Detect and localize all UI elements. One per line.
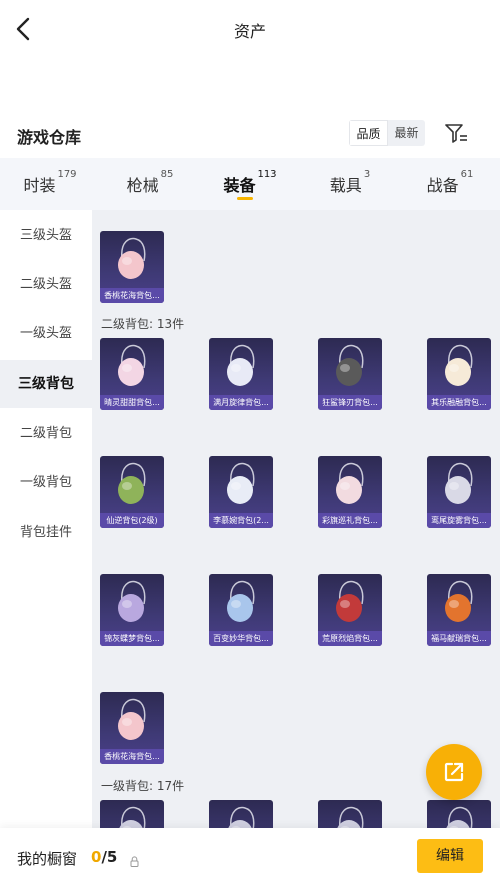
top-nav-bar: 资产 (0, 0, 500, 58)
sidebar-item-level2-helmet[interactable]: 二级头盔 (0, 261, 92, 309)
sort-toggle: 品质 最新 (349, 120, 425, 146)
lock-icon (130, 852, 139, 867)
backpack-icon (336, 580, 364, 622)
tab-fashion[interactable]: 时装179 (0, 158, 100, 210)
backpack-icon (227, 462, 255, 504)
item-card-partial[interactable] (318, 800, 382, 830)
item-card[interactable]: 锦灰蝶梦背包... (100, 574, 164, 646)
warehouse-title: 游戏仓库 (17, 128, 82, 147)
sidebar-item-level3-backpack[interactable]: 三级背包 (0, 360, 92, 408)
showcase-label: 我的橱窗 (17, 850, 78, 868)
tab-count: 3 (363, 169, 371, 180)
item-card[interactable]: 荒原烈焰背包... (318, 574, 382, 646)
showcase-current: 0 (91, 848, 102, 866)
group-label-level2-backpack: 二级背包: 13件 (101, 317, 185, 331)
edit-button[interactable]: 编辑 (417, 839, 483, 873)
item-card[interactable]: 香桃花海背包... (100, 231, 164, 303)
backpack-icon (118, 580, 146, 622)
sort-option-newest[interactable]: 最新 (388, 120, 425, 146)
backpack-icon (118, 237, 146, 279)
item-name: 满月旋律背包... (209, 395, 273, 410)
backpack-icon (118, 462, 146, 504)
item-card[interactable]: 百变妙华背包... (209, 574, 273, 646)
item-card[interactable]: 满月旋律背包... (209, 338, 273, 410)
backpack-icon (227, 580, 255, 622)
item-card[interactable]: 香桃花海背包... (100, 692, 164, 764)
tab-vehicles[interactable]: 载具3 (300, 158, 400, 210)
asset-page: 资产 游戏仓库 品质 最新 时装179 枪械85 装备113 载具3 战备61 (0, 0, 500, 885)
group-label-level1-backpack: 一级背包: 17件 (101, 779, 185, 793)
backpack-icon (227, 806, 255, 830)
showcase-count: 0/5 (91, 848, 117, 866)
backpack-icon (118, 344, 146, 386)
item-name: 香桃花海背包... (100, 288, 164, 303)
item-name: 福马献瑞背包... (427, 631, 491, 646)
sidebar-item-level1-helmet[interactable]: 一级头盔 (0, 310, 92, 358)
item-name: 彩旗巡礼背包... (318, 513, 382, 528)
tab-guns[interactable]: 枪械85 (100, 158, 200, 210)
sidebar-item-backpack-charm[interactable]: 背包挂件 (0, 509, 92, 557)
tab-count: 61 (460, 169, 474, 180)
item-name: 仙逆背包(2级) (100, 513, 164, 528)
showcase-bar: 我的橱窗 0/5 编辑 (0, 828, 500, 885)
backpack-icon (445, 806, 473, 830)
item-name: 锦灰蝶梦背包... (100, 631, 164, 646)
tab-label: 装备 (223, 176, 256, 195)
item-card[interactable]: 晴灵甜甜背包... (100, 338, 164, 410)
tab-label: 枪械 (126, 176, 159, 195)
backpack-icon (227, 344, 255, 386)
item-card[interactable]: 李慕婉背包(2... (209, 456, 273, 528)
sidebar-item-level2-backpack[interactable]: 二级背包 (0, 410, 92, 458)
backpack-icon (118, 806, 146, 830)
item-card[interactable]: 其乐融融背包... (427, 338, 491, 410)
subcategory-sidebar: 三级头盔 二级头盔 一级头盔 三级背包 二级背包 一级背包 背包挂件 (0, 210, 92, 830)
item-name: 其乐融融背包... (427, 395, 491, 410)
backpack-icon (445, 580, 473, 622)
backpack-icon (336, 806, 364, 830)
tab-count: 179 (57, 169, 77, 180)
item-name: 百变妙华背包... (209, 631, 273, 646)
active-tab-indicator (237, 197, 253, 200)
item-card-partial[interactable] (209, 800, 273, 830)
item-name: 鸾尾旋雾背包... (427, 513, 491, 528)
item-name: 李慕婉背包(2... (209, 513, 273, 528)
tab-label: 载具 (329, 176, 362, 195)
tab-equipment[interactable]: 装备113 (200, 158, 300, 210)
item-card[interactable]: 仙逆背包(2级) (100, 456, 164, 528)
sidebar-item-level1-backpack[interactable]: 一级背包 (0, 459, 92, 507)
backpack-icon (336, 462, 364, 504)
share-icon (444, 762, 464, 782)
item-card[interactable]: 狂鲨锋刃背包... (318, 338, 382, 410)
item-name: 香桃花海背包... (100, 749, 164, 764)
showcase-total: /5 (101, 848, 118, 866)
category-tabs: 时装179 枪械85 装备113 载具3 战备61 (0, 158, 500, 210)
tab-count: 113 (257, 169, 277, 180)
sidebar-item-level3-helmet[interactable]: 三级头盔 (0, 212, 92, 260)
item-name: 荒原烈焰背包... (318, 631, 382, 646)
item-card[interactable]: 福马献瑞背包... (427, 574, 491, 646)
backpack-icon (445, 462, 473, 504)
filter-icon[interactable] (443, 120, 469, 146)
tab-battle-gear[interactable]: 战备61 (400, 158, 500, 210)
item-card[interactable]: 鸾尾旋雾背包... (427, 456, 491, 528)
tab-label: 时装 (23, 176, 56, 195)
item-card-partial[interactable] (427, 800, 491, 830)
share-floating-button[interactable] (426, 744, 482, 800)
tab-label: 战备 (426, 176, 459, 195)
sort-option-quality[interactable]: 品质 (349, 120, 388, 146)
item-card-partial[interactable] (100, 800, 164, 830)
item-card[interactable]: 彩旗巡礼背包... (318, 456, 382, 528)
item-name: 狂鲨锋刃背包... (318, 395, 382, 410)
item-grid: 香桃花海背包... 二级背包: 13件 晴灵甜甜背包... 满月旋律背包... … (92, 210, 500, 830)
backpack-icon (445, 344, 473, 386)
tab-count: 85 (160, 169, 174, 180)
backpack-icon (118, 698, 146, 740)
backpack-icon (336, 344, 364, 386)
item-name: 晴灵甜甜背包... (100, 395, 164, 410)
page-title: 资产 (233, 22, 266, 41)
